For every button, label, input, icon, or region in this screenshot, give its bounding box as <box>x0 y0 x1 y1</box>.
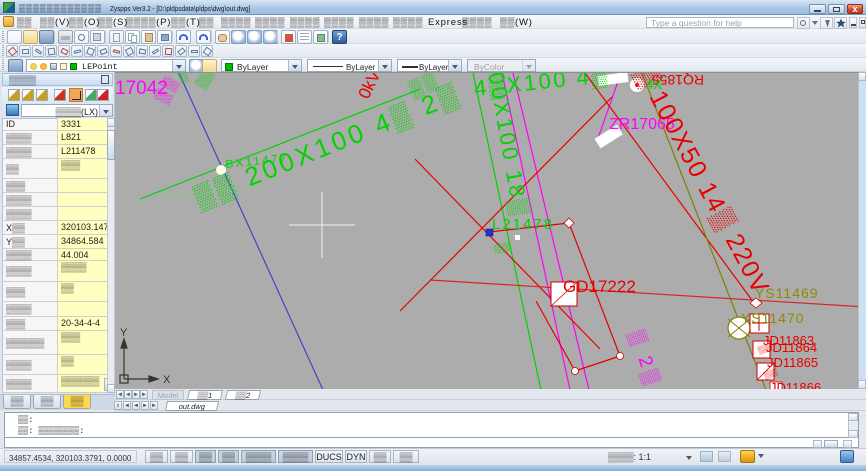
svg-text:▒ 2▒: ▒ 2▒ <box>625 328 663 389</box>
svg-text:▒ 100X50 14▒ 220V: ▒ 100X50 14▒ 220V <box>630 73 775 300</box>
svg-text:0kV: 0kV <box>355 73 385 102</box>
svg-text:4X: 4X <box>646 77 662 92</box>
svg-text:X: X <box>163 374 171 386</box>
svg-text:▒: ▒ <box>493 241 512 254</box>
svg-text:L21478: L21478 <box>492 216 554 233</box>
svg-text:JD11864: JD11864 <box>766 340 817 355</box>
svg-text:YS11470: YS11470 <box>741 310 805 326</box>
svg-text:▒▒ 200X100 4▒ 2▒: ▒▒ 200X100 4▒ 2▒ <box>190 78 465 213</box>
svg-text:YS11469: YS11469 <box>755 285 819 301</box>
svg-text:Y: Y <box>120 327 128 339</box>
svg-text:JD11866: JD11866 <box>770 380 821 389</box>
svg-text:GD17222: GD17222 <box>563 277 636 296</box>
svg-text:▒▒: ▒▒ <box>193 73 217 91</box>
